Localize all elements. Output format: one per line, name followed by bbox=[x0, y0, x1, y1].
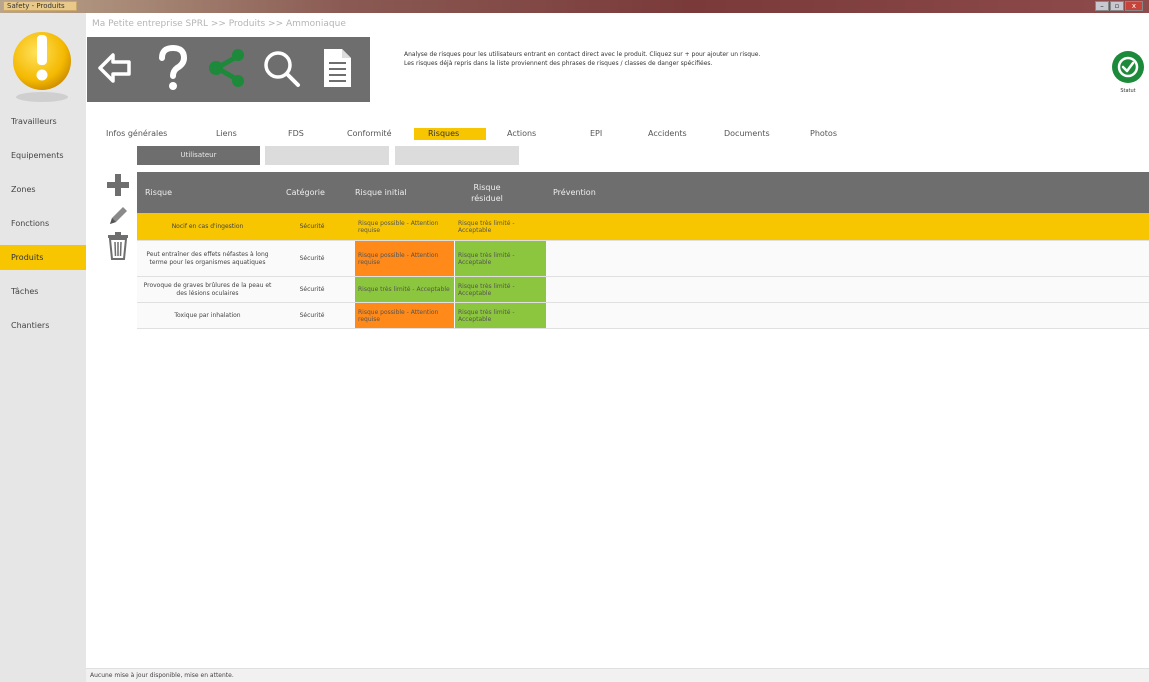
tab-liens[interactable]: Liens bbox=[216, 128, 237, 140]
risk-category: Sécurité bbox=[299, 286, 325, 293]
column-header-prevention[interactable]: Prévention bbox=[553, 172, 596, 213]
help-icon bbox=[156, 44, 190, 95]
tab-fds[interactable]: FDS bbox=[288, 128, 304, 140]
risk-residual: Risque très limité - Acceptable bbox=[455, 303, 546, 328]
document-icon bbox=[321, 47, 353, 93]
sidebar-item-chantiers[interactable]: Chantiers bbox=[0, 313, 86, 338]
sidebar-nav: Travailleurs Equipements Zones Fonctions… bbox=[0, 109, 86, 347]
breadcrumb[interactable]: Ma Petite entreprise SPRL >> Produits >>… bbox=[92, 19, 346, 29]
table-row[interactable]: Nocif en cas d'ingestion Sécurité Risque… bbox=[137, 213, 1149, 241]
risk-name: Provoque de graves brûlures de la peau e… bbox=[143, 281, 272, 297]
risk-name: Peut entraîner des effets néfastes à lon… bbox=[146, 250, 269, 266]
risk-residual: Risque très limité - Acceptable bbox=[455, 277, 546, 302]
window-titlebar: Safety - Produits – ▫ x bbox=[0, 0, 1149, 13]
close-button[interactable]: x bbox=[1125, 1, 1143, 11]
document-button[interactable] bbox=[315, 45, 359, 95]
tab-risques[interactable]: Risques bbox=[414, 128, 486, 140]
status-bar: Aucune mise à jour disponible, mise en a… bbox=[86, 668, 1149, 682]
sidebar-item-equipements[interactable]: Equipements bbox=[0, 143, 86, 168]
sidebar-item-zones[interactable]: Zones bbox=[0, 177, 86, 202]
tab-infos-generales[interactable]: Infos générales bbox=[106, 128, 167, 140]
search-icon bbox=[261, 48, 301, 92]
risk-initial: Risque possible - Attention requise bbox=[355, 241, 454, 276]
subtab-2[interactable] bbox=[265, 146, 389, 165]
table-header: Risque Catégorie Risque initial Risque r… bbox=[137, 172, 1149, 213]
status-indicator[interactable]: Statut bbox=[1111, 51, 1145, 101]
edit-risk-button[interactable] bbox=[103, 204, 133, 232]
page-description: Analyse de risques pour les utilisateurs… bbox=[404, 50, 760, 68]
tab-conformite[interactable]: Conformité bbox=[347, 128, 391, 140]
share-button[interactable] bbox=[205, 45, 249, 95]
risk-initial: Risque possible - Attention requise bbox=[355, 303, 454, 328]
sidebar-item-taches[interactable]: Tâches bbox=[0, 279, 86, 304]
risks-table: Risque Catégorie Risque initial Risque r… bbox=[137, 172, 1149, 329]
subtab-utilisateur[interactable]: Utilisateur bbox=[137, 146, 260, 165]
description-line-2: Les risques déjà repris dans la liste pr… bbox=[404, 60, 713, 67]
status-ok-icon bbox=[1112, 51, 1144, 83]
risk-category: Sécurité bbox=[299, 312, 325, 319]
tab-actions[interactable]: Actions bbox=[507, 128, 536, 140]
status-label: Statut bbox=[1120, 88, 1136, 94]
sidebar-item-fonctions[interactable]: Fonctions bbox=[0, 211, 86, 236]
minimize-button[interactable]: – bbox=[1095, 1, 1109, 11]
column-header-risque[interactable]: Risque bbox=[145, 172, 172, 213]
share-icon bbox=[207, 48, 247, 92]
subtab-3[interactable] bbox=[395, 146, 519, 165]
search-button[interactable] bbox=[259, 45, 303, 95]
sidebar-item-produits[interactable]: Produits bbox=[0, 245, 86, 270]
app-logo bbox=[11, 23, 73, 103]
column-header-categorie[interactable]: Catégorie bbox=[286, 172, 325, 213]
toolbar bbox=[87, 37, 370, 102]
sidebar: Travailleurs Equipements Zones Fonctions… bbox=[0, 13, 86, 682]
window-controls: – ▫ x bbox=[1095, 1, 1143, 11]
risk-residual: Risque très limité - Acceptable bbox=[455, 241, 546, 276]
risk-category: Sécurité bbox=[299, 255, 325, 262]
delete-risk-button[interactable] bbox=[103, 232, 133, 264]
maximize-button[interactable]: ▫ bbox=[1110, 1, 1124, 11]
back-button[interactable] bbox=[93, 45, 137, 95]
trash-icon bbox=[106, 232, 130, 264]
risk-initial: Risque très limité - Acceptable bbox=[355, 277, 454, 302]
back-icon bbox=[97, 51, 133, 89]
pencil-icon bbox=[106, 204, 130, 232]
risk-residual: Risque très limité - Acceptable bbox=[458, 219, 515, 234]
window-title: Safety - Produits bbox=[3, 1, 77, 11]
risk-name: Toxique par inhalation bbox=[174, 311, 241, 319]
tab-accidents[interactable]: Accidents bbox=[648, 128, 687, 140]
plus-icon bbox=[106, 173, 130, 201]
table-row[interactable]: Provoque de graves brûlures de la peau e… bbox=[137, 277, 1149, 303]
help-button[interactable] bbox=[151, 44, 195, 95]
table-row[interactable]: Toxique par inhalation Sécurité Risque p… bbox=[137, 303, 1149, 329]
risk-name: Nocif en cas d'ingestion bbox=[171, 222, 244, 230]
tab-epi[interactable]: EPI bbox=[590, 128, 602, 140]
sidebar-item-travailleurs[interactable]: Travailleurs bbox=[0, 109, 86, 134]
column-header-risque-residuel[interactable]: Risque résiduel bbox=[462, 172, 512, 213]
description-line-1: Analyse de risques pour les utilisateurs… bbox=[404, 51, 761, 58]
tab-documents[interactable]: Documents bbox=[724, 128, 770, 140]
tab-photos[interactable]: Photos bbox=[810, 128, 837, 140]
add-risk-button[interactable] bbox=[103, 173, 133, 201]
table-row[interactable]: Peut entraîner des effets néfastes à lon… bbox=[137, 241, 1149, 277]
risk-initial: Risque possible - Attention requise bbox=[358, 219, 439, 234]
column-header-risque-initial[interactable]: Risque initial bbox=[355, 172, 407, 213]
risk-category: Sécurité bbox=[299, 223, 325, 230]
